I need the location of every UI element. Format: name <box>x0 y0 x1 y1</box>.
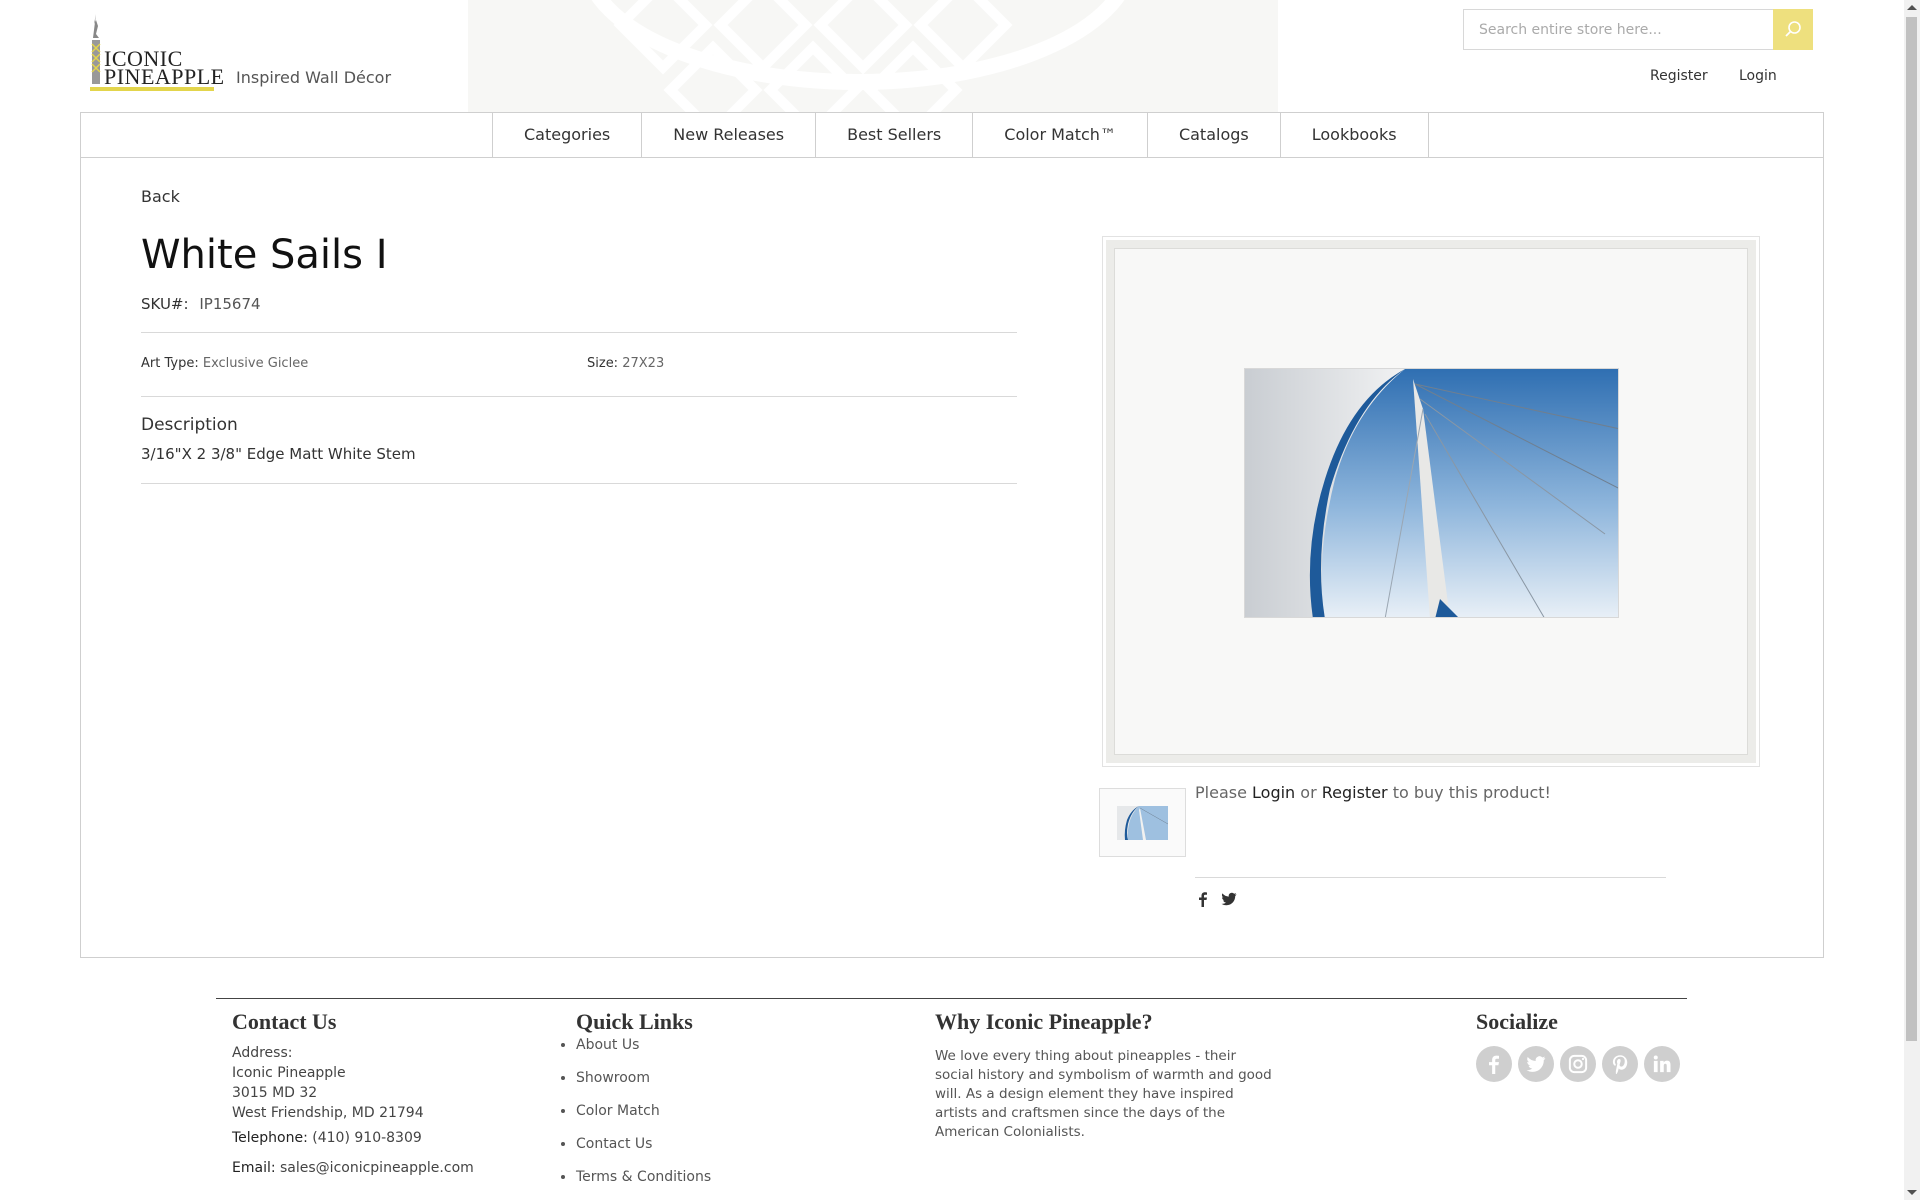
pineapple-logo-icon <box>91 14 101 84</box>
sku-value: IP15674 <box>199 295 261 313</box>
telephone-value: (410) 910-8309 <box>312 1130 422 1146</box>
divider <box>141 483 1017 484</box>
site-logo[interactable]: ICONIC PINEAPPLE <box>90 14 224 91</box>
footer-socialize-heading: Socialize <box>1476 1009 1558 1034</box>
buy-prefix: Please <box>1195 783 1247 802</box>
description-text: 3/16"X 2 3/8" Edge Matt White Stem <box>141 445 416 463</box>
product-sku: SKU#: IP15674 <box>141 295 261 313</box>
search-box <box>1463 9 1813 50</box>
footer-contact-heading: Contact Us <box>232 1009 337 1034</box>
main-content-frame: Categories New Releases Best Sellers Col… <box>80 112 1824 958</box>
artwork-sails-image <box>1244 368 1619 618</box>
size-label: Size: <box>587 356 619 371</box>
picture-frame <box>1106 240 1756 763</box>
buy-login-link[interactable]: Login <box>1252 783 1295 802</box>
email: Email: sales@iconicpineapple.com <box>232 1160 474 1176</box>
scrollbar-thumb[interactable] <box>1906 17 1917 1041</box>
divider <box>141 396 1017 397</box>
nav-item-color-match[interactable]: Color Match™ <box>973 113 1148 157</box>
email-value[interactable]: sales@iconicpineapple.com <box>280 1160 474 1176</box>
telephone-label: Telephone: <box>232 1130 308 1146</box>
telephone: Telephone: (410) 910-8309 <box>232 1130 422 1146</box>
address-label: Address: <box>232 1045 293 1061</box>
size-attribute: Size: 27X23 <box>587 356 664 371</box>
size-value: 27X23 <box>622 356 665 371</box>
buy-suffix: to buy this product! <box>1392 783 1551 802</box>
social-pinterest-button[interactable] <box>1602 1046 1638 1082</box>
instagram-icon <box>1568 1054 1588 1074</box>
quick-link-about-us[interactable]: About Us <box>576 1035 711 1068</box>
scroll-down-arrow-icon[interactable] <box>1907 1190 1917 1195</box>
search-input[interactable] <box>1464 10 1774 49</box>
footer-why-heading: Why Iconic Pineapple? <box>935 1009 1153 1034</box>
search-icon <box>1785 21 1801 37</box>
social-linkedin-button[interactable] <box>1644 1046 1680 1082</box>
buy-or: or <box>1300 783 1317 802</box>
thumbnail-image <box>1117 806 1168 840</box>
nav-item-new-releases[interactable]: New Releases <box>642 113 817 157</box>
address-line: West Friendship, MD 21794 <box>232 1105 424 1121</box>
quick-link-contact-us[interactable]: Contact Us <box>576 1134 711 1167</box>
site-footer: Contact Us Address: Iconic Pineapple 301… <box>216 998 1687 1200</box>
site-tagline: Inspired Wall Décor <box>236 68 392 87</box>
facebook-icon <box>1489 1055 1499 1074</box>
twitter-icon <box>1526 1056 1546 1072</box>
address-line: Iconic Pineapple <box>232 1065 346 1081</box>
nav-item-categories[interactable]: Categories <box>492 113 643 157</box>
social-twitter-button[interactable] <box>1518 1046 1554 1082</box>
product-image[interactable] <box>1102 236 1760 767</box>
header-decorative-pattern <box>468 0 1278 112</box>
art-type-value: Exclusive Giclee <box>202 356 309 371</box>
login-to-buy-message: Please Login or Register to buy this pro… <box>1195 783 1551 802</box>
social-instagram-button[interactable] <box>1560 1046 1596 1082</box>
divider <box>141 332 1017 333</box>
social-facebook-button[interactable] <box>1476 1046 1512 1082</box>
login-link[interactable]: Login <box>1739 68 1777 84</box>
nav-item-best-sellers[interactable]: Best Sellers <box>816 113 974 157</box>
register-link[interactable]: Register <box>1650 68 1708 84</box>
divider <box>1195 877 1666 878</box>
search-button[interactable] <box>1773 9 1813 50</box>
back-link[interactable]: Back <box>141 187 180 206</box>
nav-item-catalogs[interactable]: Catalogs <box>1148 113 1281 157</box>
nav-item-lookbooks[interactable]: Lookbooks <box>1281 113 1429 157</box>
quick-links-list: About Us Showroom Color Match Contact Us… <box>560 1035 711 1200</box>
email-label: Email: <box>232 1160 276 1176</box>
twitter-icon[interactable] <box>1221 891 1237 907</box>
main-navigation: Categories New Releases Best Sellers Col… <box>81 113 1823 158</box>
pinterest-icon <box>1612 1055 1628 1074</box>
quick-link-color-match[interactable]: Color Match <box>576 1101 711 1134</box>
description-heading: Description <box>141 415 238 435</box>
product-thumbnail[interactable] <box>1099 788 1186 857</box>
buy-register-link[interactable]: Register <box>1322 783 1388 802</box>
footer-why-text: We love every thing about pineapples - t… <box>935 1048 1272 1140</box>
product-title: White Sails I <box>141 232 388 278</box>
sku-label: SKU#: <box>141 295 189 313</box>
art-type-label: Art Type: <box>141 356 199 371</box>
address-line: 3015 MD 32 <box>232 1085 318 1101</box>
art-type-attribute: Art Type: Exclusive Giclee <box>141 356 308 371</box>
quick-link-terms[interactable]: Terms & Conditions <box>576 1167 711 1200</box>
picture-mat <box>1114 248 1748 755</box>
quick-link-showroom[interactable]: Showroom <box>576 1068 711 1101</box>
footer-quick-links-heading: Quick Links <box>576 1009 693 1034</box>
facebook-icon[interactable] <box>1195 891 1211 907</box>
site-header: ICONIC PINEAPPLE Inspired Wall Décor Reg… <box>0 0 1904 112</box>
scroll-up-arrow-icon[interactable] <box>1907 5 1917 10</box>
linkedin-icon <box>1653 1055 1671 1073</box>
logo-underline <box>90 87 214 91</box>
